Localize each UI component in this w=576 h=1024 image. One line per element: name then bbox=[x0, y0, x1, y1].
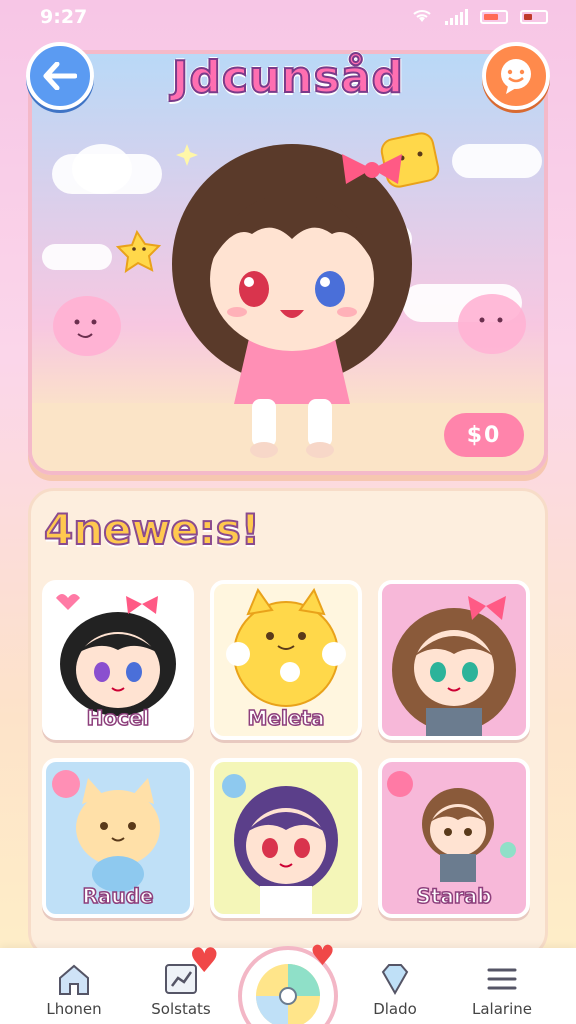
character-name: Meleta bbox=[247, 705, 325, 731]
character-tile[interactable] bbox=[378, 580, 530, 740]
back-arrow-icon bbox=[43, 62, 77, 90]
heart-badge-icon: ♥ bbox=[310, 939, 336, 972]
menu-icon bbox=[487, 968, 517, 990]
gem-icon bbox=[381, 964, 409, 996]
nav-label: Lhonen bbox=[46, 1000, 102, 1018]
character-grid: Hocel Meleta Raude Starab bbox=[42, 580, 536, 918]
battery-icon bbox=[480, 10, 508, 24]
heart-badge-icon: ♥ bbox=[189, 941, 220, 981]
featured-character-illustration bbox=[53, 132, 526, 458]
nav-label: Dlado bbox=[373, 1000, 417, 1018]
home-icon bbox=[59, 964, 89, 995]
character-tile[interactable]: Hocel bbox=[42, 580, 194, 740]
wifi-icon bbox=[411, 6, 433, 28]
featured-character-card[interactable]: $0 bbox=[28, 50, 548, 475]
character-tile[interactable]: Meleta bbox=[210, 580, 362, 740]
nav-label: Solstats bbox=[151, 1000, 211, 1018]
character-tile[interactable]: Starab bbox=[378, 758, 530, 918]
status-time: 9:27 bbox=[40, 6, 88, 28]
app-title: Jdcunsåd bbox=[171, 51, 404, 104]
character-avatar bbox=[392, 596, 516, 736]
character-name: Raude bbox=[82, 883, 155, 909]
back-button[interactable] bbox=[26, 42, 94, 110]
battery-low-icon bbox=[520, 10, 548, 24]
smiley-chat-icon bbox=[501, 59, 531, 94]
nav-item-stats[interactable]: ♥ Solstats bbox=[131, 944, 231, 1018]
price-badge[interactable]: $0 bbox=[444, 413, 524, 457]
signal-icon bbox=[445, 9, 468, 25]
chat-button[interactable] bbox=[482, 42, 550, 110]
section-title: 4newe:s! bbox=[43, 504, 261, 555]
nav-label: Lalarine bbox=[472, 1000, 532, 1018]
status-bar: 9:27 bbox=[0, 0, 576, 34]
character-avatar bbox=[222, 774, 338, 914]
character-tile[interactable]: Raude bbox=[42, 758, 194, 918]
character-name: Hocel bbox=[86, 705, 150, 731]
nav-item-menu[interactable]: Lalarine bbox=[452, 962, 552, 1018]
character-tile[interactable] bbox=[210, 758, 362, 918]
character-name: Starab bbox=[416, 883, 493, 909]
nav-item-home[interactable]: Lhonen bbox=[24, 962, 124, 1018]
nav-item-gems[interactable]: Dlado bbox=[345, 962, 445, 1018]
